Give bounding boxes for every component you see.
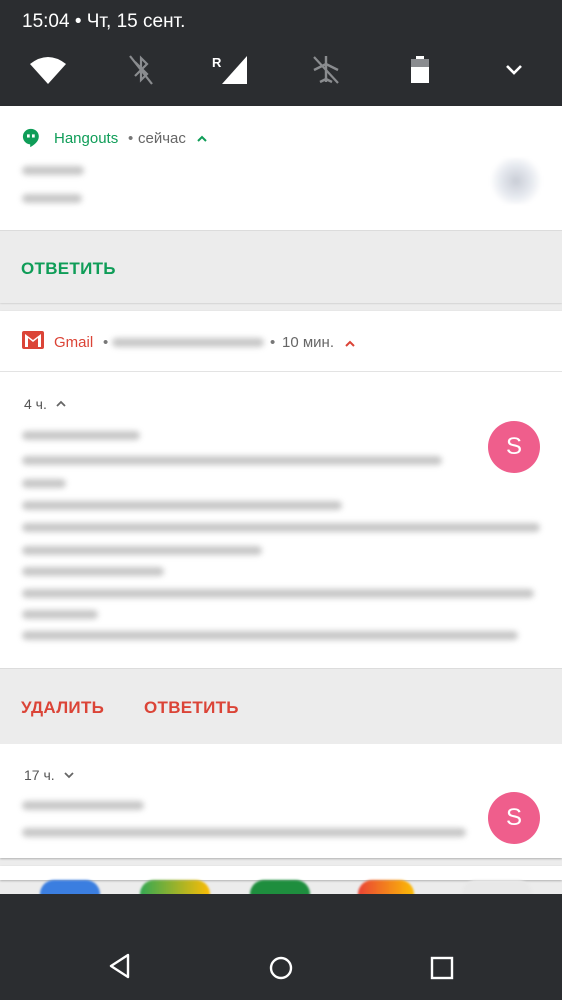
signal-roaming-icon[interactable]: R	[210, 52, 252, 88]
bluetooth-off-icon[interactable]	[121, 52, 161, 88]
gmail-app-name: Gmail	[54, 333, 94, 351]
status-date: Чт, 15 сент.	[86, 11, 186, 32]
redacted-line	[22, 589, 534, 598]
redacted-message	[22, 194, 82, 203]
hangouts-header: Hangouts • сейчас	[0, 120, 562, 156]
home-icon[interactable]	[267, 954, 295, 982]
redacted-line	[22, 431, 140, 440]
status-datetime: 15:04 • Чт, 15 сент.	[22, 11, 185, 33]
redacted-line	[22, 828, 466, 837]
back-icon[interactable]	[106, 952, 134, 980]
hangouts-actions: ОТВЕТИТЬ	[0, 230, 562, 303]
airplane-mode-icon[interactable]	[306, 52, 346, 88]
separator-dot: •	[103, 333, 109, 351]
hangouts-notification[interactable]: Hangouts • сейчас ОТВЕТИТЬ	[0, 106, 562, 303]
message-age: 17 ч.	[24, 767, 75, 783]
redacted-line	[22, 546, 262, 555]
gmail-actions: УДАЛИТЬ ОТВЕТИТЬ	[0, 668, 562, 744]
roaming-indicator: R	[212, 55, 222, 70]
expand-chevron-icon[interactable]	[494, 52, 534, 88]
redacted-line	[22, 456, 442, 465]
status-separator: •	[69, 11, 87, 32]
avatar: S	[488, 792, 540, 844]
hangouts-collapse-icon[interactable]	[196, 131, 208, 148]
gmail-notification[interactable]: Gmail • • 10 мин. 4 ч. S УДАЛИТЬ ОТВЕТИТ…	[0, 311, 562, 858]
hangouts-app-name: Hangouts	[54, 129, 119, 147]
gmail-reply-button[interactable]: ОТВЕТИТЬ	[144, 698, 239, 718]
redacted-line	[22, 631, 518, 640]
separator-dot: •	[270, 333, 276, 351]
gmail-icon	[22, 331, 44, 353]
battery-icon[interactable]	[400, 52, 440, 88]
chevron-up-icon	[56, 400, 66, 407]
redacted-line	[22, 501, 342, 510]
redacted-line	[22, 801, 144, 810]
chevron-down-icon	[63, 772, 74, 779]
wifi-icon[interactable]	[28, 52, 68, 88]
redacted-line	[22, 567, 164, 576]
contact-photo	[490, 158, 542, 204]
avatar: S	[488, 421, 540, 473]
redacted-line	[22, 479, 66, 488]
redacted-sender	[22, 166, 84, 175]
status-bar: 15:04 • Чт, 15 сент. R	[0, 0, 562, 106]
recents-icon[interactable]	[429, 955, 455, 981]
message-age-text: 4 ч.	[24, 396, 47, 412]
hangouts-reply-button[interactable]: ОТВЕТИТЬ	[21, 259, 116, 279]
hangouts-time: сейчас	[138, 129, 186, 147]
message-age: 4 ч.	[24, 396, 67, 412]
next-notification-edge	[0, 866, 562, 880]
status-time: 15:04	[22, 11, 70, 32]
gmail-header: Gmail • • 10 мин.	[0, 324, 562, 360]
message-age-text: 17 ч.	[24, 767, 55, 783]
redacted-line	[22, 610, 98, 619]
separator-dot: •	[128, 129, 134, 147]
gmail-delete-button[interactable]: УДАЛИТЬ	[21, 698, 104, 718]
gmail-collapse-icon[interactable]	[344, 336, 356, 353]
redacted-account	[112, 338, 264, 347]
navigation-bar	[0, 894, 562, 1000]
divider	[0, 371, 562, 372]
hangouts-icon	[22, 127, 44, 149]
redacted-line	[22, 523, 540, 532]
gmail-time: 10 мин.	[282, 333, 334, 351]
